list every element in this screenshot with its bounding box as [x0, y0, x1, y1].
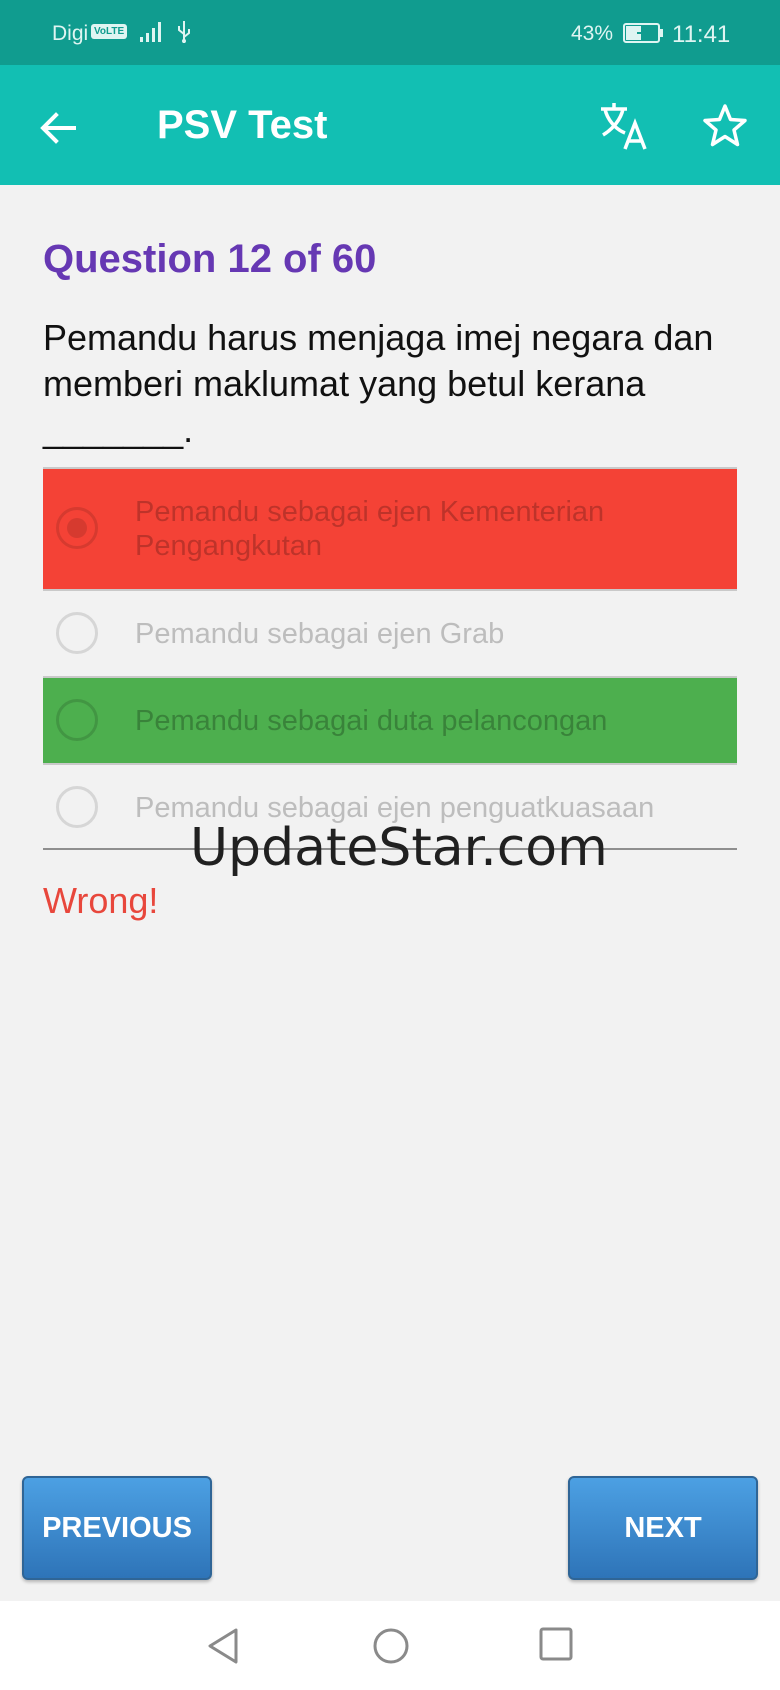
- question-number: Question 12 of 60: [43, 237, 377, 281]
- radio-button-checked[interactable]: [56, 507, 98, 549]
- system-nav-bar: [0, 1601, 780, 1690]
- system-recents-icon[interactable]: [538, 1626, 574, 1667]
- battery-charging-icon: [623, 23, 665, 49]
- radio-button[interactable]: [56, 786, 98, 828]
- status-bar: Digi VoLTE 43% 11:41: [0, 0, 780, 65]
- system-home-icon[interactable]: [371, 1626, 411, 1671]
- previous-button[interactable]: PREVIOUS: [22, 1476, 212, 1580]
- watermark: UpdateStar.com: [190, 818, 608, 878]
- battery-percent: 43%: [571, 22, 614, 45]
- signal-icon: [140, 20, 166, 48]
- answer-option-2[interactable]: Pemandu sebagai ejen Grab: [43, 589, 737, 676]
- usb-icon: [176, 20, 192, 50]
- radio-button[interactable]: [56, 612, 98, 654]
- answer-option-1[interactable]: Pemandu sebagai ejen Kementerian Pengang…: [43, 467, 737, 589]
- translate-icon[interactable]: [597, 99, 653, 155]
- radio-button[interactable]: [56, 699, 98, 741]
- star-outline-icon[interactable]: [700, 101, 750, 151]
- answer-options: Pemandu sebagai ejen Kementerian Pengang…: [43, 467, 737, 850]
- back-arrow-icon[interactable]: [34, 103, 84, 153]
- result-text: Wrong!: [43, 880, 159, 921]
- next-button[interactable]: NEXT: [568, 1476, 758, 1580]
- answer-option-3[interactable]: Pemandu sebagai duta pelancongan: [43, 676, 737, 763]
- carrier-label: Digi: [52, 22, 89, 45]
- page-title: PSV Test: [157, 103, 328, 147]
- answer-option-label: Pemandu sebagai duta pelancongan: [135, 705, 608, 737]
- volte-badge: VoLTE: [91, 24, 128, 39]
- app-bar: PSV Test: [0, 65, 780, 185]
- question-text: Pemandu harus menjaga imej negara dan me…: [43, 317, 714, 450]
- system-back-icon[interactable]: [204, 1626, 242, 1671]
- answer-option-label: Pemandu sebagai ejen Kementerian Pengang…: [135, 496, 605, 562]
- clock: 11:41: [672, 21, 731, 48]
- answer-option-label: Pemandu sebagai ejen Grab: [135, 618, 505, 650]
